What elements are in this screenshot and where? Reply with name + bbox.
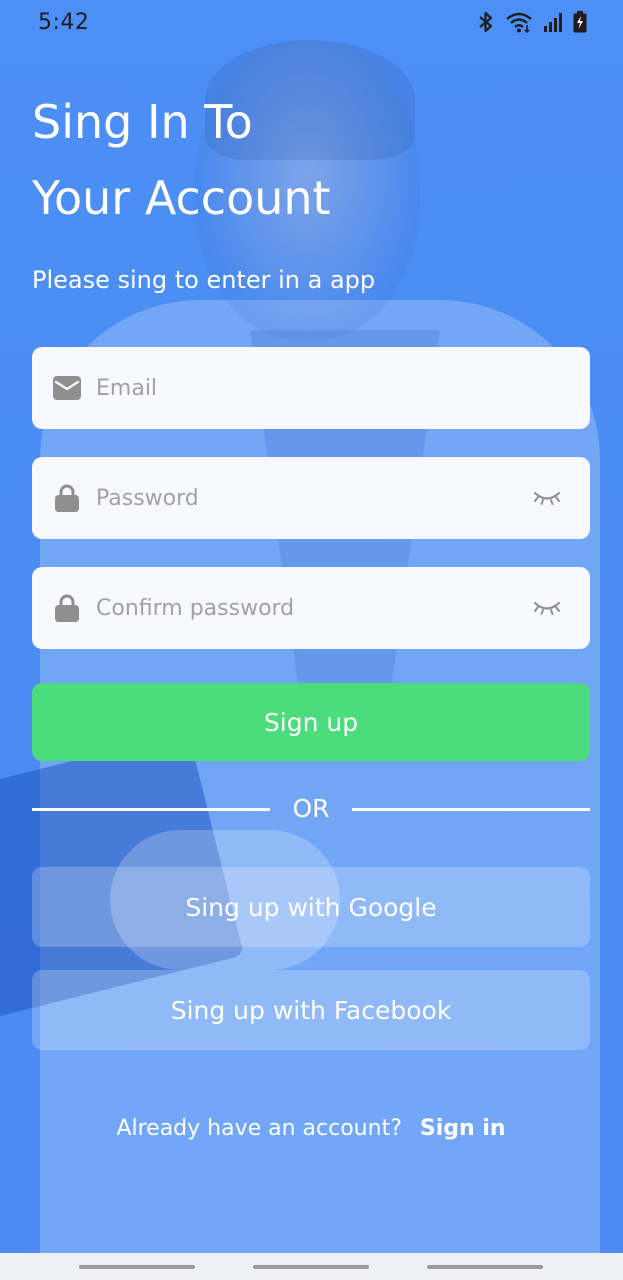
eye-closed-icon[interactable] xyxy=(532,488,562,508)
signup-screen: 5:42 Sing In To Your Account Please sing… xyxy=(0,0,623,1253)
mail-icon xyxy=(52,373,82,403)
facebook-signup-button[interactable]: Sing up with Facebook xyxy=(32,970,590,1050)
bluetooth-icon xyxy=(477,11,495,33)
divider-line-left xyxy=(32,808,270,811)
page-title-line2: Your Account xyxy=(32,171,331,225)
status-icons xyxy=(477,11,587,33)
page-title: Sing In To Your Account xyxy=(32,84,590,236)
password-field[interactable] xyxy=(32,457,590,539)
email-field[interactable] xyxy=(32,347,590,429)
lock-icon xyxy=(52,593,82,623)
nav-home-handle[interactable] xyxy=(253,1265,369,1269)
google-signup-button[interactable]: Sing up with Google xyxy=(32,867,590,947)
confirm-password-input[interactable] xyxy=(96,595,532,621)
status-bar: 5:42 xyxy=(0,0,623,44)
nav-back-handle[interactable] xyxy=(427,1265,543,1269)
wifi-icon xyxy=(505,11,533,33)
page-title-line1: Sing In To xyxy=(32,95,253,149)
or-divider: OR xyxy=(32,790,590,830)
password-input[interactable] xyxy=(96,485,532,511)
page-subtitle: Please sing to enter in a app xyxy=(32,266,376,294)
email-input[interactable] xyxy=(96,375,562,401)
status-time: 5:42 xyxy=(38,9,90,35)
divider-line-right xyxy=(352,808,590,811)
eye-closed-icon[interactable] xyxy=(532,598,562,618)
confirm-password-field[interactable] xyxy=(32,567,590,649)
nav-recents-handle[interactable] xyxy=(79,1265,195,1269)
sign-in-link[interactable]: Sign in xyxy=(420,1116,506,1141)
divider-label: OR xyxy=(292,794,330,823)
signin-prompt: Already have an account? Sign in xyxy=(32,1116,590,1141)
sign-up-button[interactable]: Sign up xyxy=(32,683,590,761)
lock-icon xyxy=(52,483,82,513)
navigation-bar xyxy=(0,1253,623,1280)
battery-charging-icon xyxy=(573,11,587,33)
signal-icon xyxy=(543,12,563,32)
signin-prompt-text: Already have an account? xyxy=(116,1116,402,1141)
